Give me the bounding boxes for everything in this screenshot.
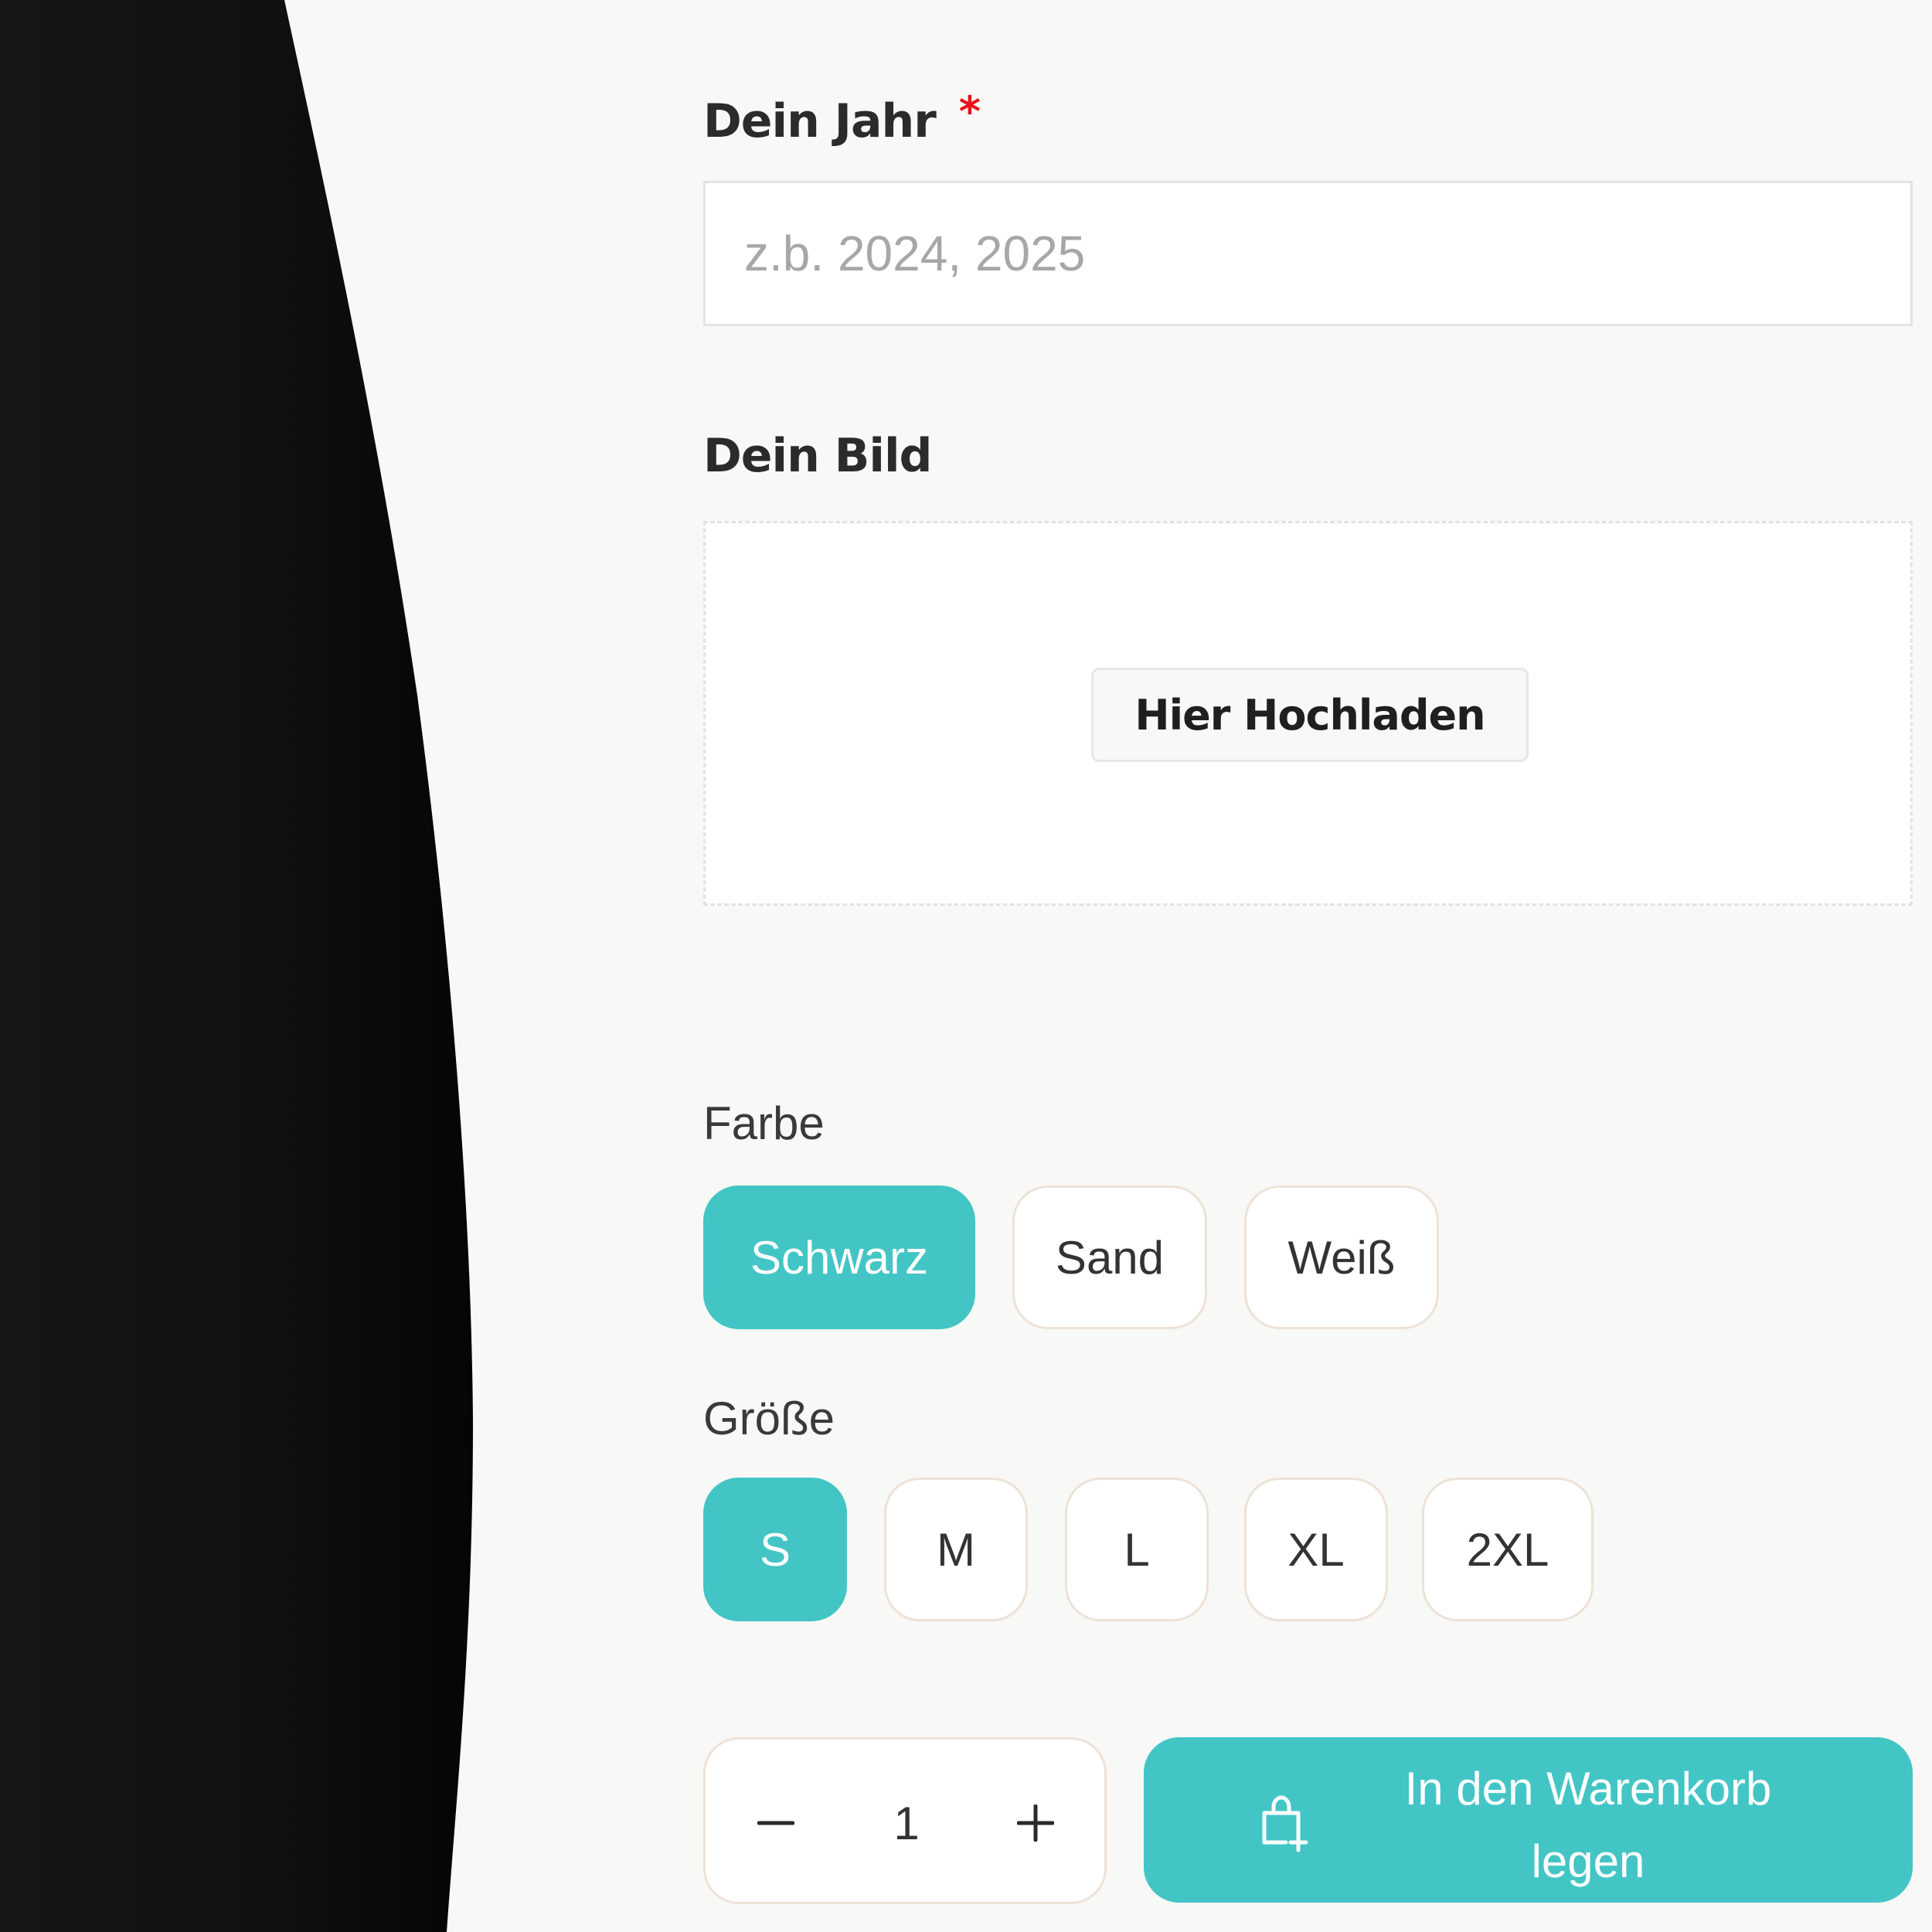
image-upload-dropzone[interactable]: Hier Hochladen xyxy=(703,521,1913,906)
minus-icon xyxy=(757,1821,794,1825)
product-options-form: Dein Jahr* Dein Bild Hier Hochladen Farb… xyxy=(703,0,1913,1932)
size-option-l[interactable]: L xyxy=(1065,1478,1209,1621)
color-option-sand[interactable]: Sand xyxy=(1012,1185,1207,1329)
size-option-m[interactable]: M xyxy=(884,1478,1028,1621)
color-option-label: Farbe xyxy=(703,1097,825,1149)
shopping-bag-plus-icon xyxy=(1262,1795,1308,1852)
year-field-label-text: Dein Jahr xyxy=(703,94,937,148)
required-marker: * xyxy=(958,87,981,136)
add-to-cart-button[interactable]: In den Warenkorb legen xyxy=(1144,1737,1913,1903)
plus-icon xyxy=(1017,1804,1054,1842)
color-option-weiss[interactable]: Weiß xyxy=(1244,1185,1439,1329)
add-to-cart-label: In den Warenkorb legen xyxy=(1404,1763,1772,1887)
year-input[interactable] xyxy=(703,181,1913,326)
size-option-2xl[interactable]: 2XL xyxy=(1422,1478,1594,1621)
quantity-stepper: 1 xyxy=(703,1737,1107,1904)
quantity-value[interactable]: 1 xyxy=(845,1777,968,1869)
size-option-xl[interactable]: XL xyxy=(1244,1478,1388,1621)
quantity-decrement-button[interactable] xyxy=(733,1777,818,1869)
size-option-s[interactable]: S xyxy=(703,1478,847,1621)
product-image xyxy=(0,0,473,1932)
size-option-label: Größe xyxy=(703,1393,835,1444)
color-option-schwarz[interactable]: Schwarz xyxy=(703,1185,975,1329)
year-field-label: Dein Jahr * xyxy=(703,91,981,148)
upload-button[interactable]: Hier Hochladen xyxy=(1091,668,1529,762)
quantity-increment-button[interactable] xyxy=(993,1777,1078,1869)
image-field-label: Dein Bild xyxy=(703,429,932,483)
